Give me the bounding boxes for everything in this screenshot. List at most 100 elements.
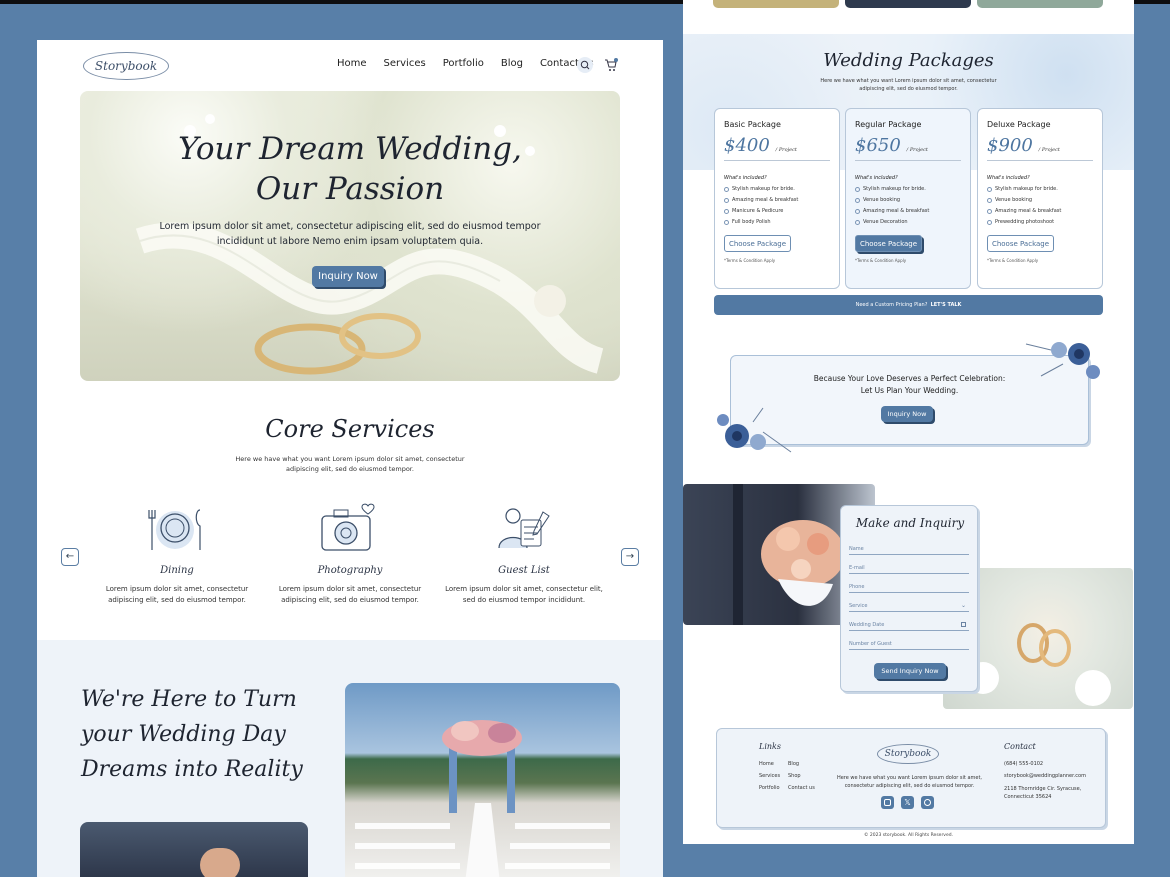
services-subtitle: Here we have what you want Lorem ipsum d… bbox=[235, 455, 465, 473]
nav-services[interactable]: Services bbox=[384, 58, 426, 69]
custom-pricing-bar[interactable]: Need a Custom Pricing Plan? LET'S TALK bbox=[714, 295, 1103, 315]
footer-logo[interactable]: Storybook bbox=[877, 744, 939, 764]
footer-link-portfolio[interactable]: Portfolio bbox=[759, 785, 780, 791]
packages-subtitle: Here we have what you want Lorem ipsum d… bbox=[820, 78, 997, 92]
choose-package-button[interactable]: Choose Package bbox=[987, 235, 1054, 252]
terms-note: *Terms & Condition Apply bbox=[987, 258, 1039, 263]
footer-link-blog[interactable]: Blog bbox=[788, 761, 799, 767]
service-select[interactable]: Service ⌄ bbox=[849, 602, 969, 612]
footer-link-services[interactable]: Services bbox=[759, 773, 780, 779]
feature-item: Venue Decoration bbox=[855, 219, 961, 225]
check-icon bbox=[987, 219, 992, 225]
package-card-regular: Regular Package $650 / Project What's in… bbox=[845, 108, 971, 289]
footer-link-contact[interactable]: Contact us bbox=[788, 785, 815, 791]
about-section: We're Here to Turn your Wedding Day Dreams… bbox=[37, 640, 663, 877]
package-price: $400 / Project bbox=[724, 135, 797, 156]
pinterest-icon[interactable] bbox=[921, 796, 934, 809]
hero-image: Your Dream Wedding, Our Passion Lorem ips… bbox=[80, 91, 620, 381]
dining-icon bbox=[144, 502, 206, 556]
check-icon bbox=[987, 208, 992, 214]
main-nav: Home Services Portfolio Blog Contact us bbox=[337, 58, 594, 69]
feature-item: Full body Polish bbox=[724, 219, 830, 225]
footer-link-home[interactable]: Home bbox=[759, 761, 774, 767]
site-logo[interactable]: Storybook bbox=[83, 52, 169, 80]
cta-text: Because Your Love Deserves a Perfect Cel… bbox=[813, 374, 1006, 395]
services-next-arrow[interactable]: → bbox=[621, 548, 639, 566]
check-icon bbox=[987, 186, 992, 192]
phone-field[interactable]: Phone bbox=[849, 584, 969, 593]
check-icon bbox=[855, 186, 860, 192]
package-price: $900 / Project bbox=[987, 135, 1060, 156]
terms-note: *Terms & Condition Apply bbox=[724, 258, 776, 263]
email-field[interactable]: E-mail bbox=[849, 565, 969, 574]
check-icon bbox=[724, 197, 729, 203]
check-icon bbox=[855, 208, 860, 214]
home-page-mockup: Storybook Home Services Portfolio Blog C… bbox=[37, 40, 663, 877]
footer-description: Here we have what you want Lorem ipsum d… bbox=[836, 775, 983, 789]
services-prev-arrow[interactable]: ← bbox=[61, 548, 79, 566]
nav-home[interactable]: Home bbox=[337, 58, 367, 69]
inquiry-form-card: Make and Inquiry Name E-mail Phone Servi… bbox=[840, 505, 978, 692]
footer: Links Home Blog Services Shop Portfolio … bbox=[716, 728, 1106, 828]
check-icon bbox=[855, 219, 860, 225]
feature-item: Stylish makeup for bride. bbox=[724, 186, 830, 192]
camera-icon bbox=[318, 500, 380, 554]
blue-flowers-bottom-left bbox=[717, 407, 792, 453]
instagram-icon[interactable] bbox=[881, 796, 894, 809]
feature-item: Stylish makeup for bride. bbox=[855, 186, 961, 192]
nav-portfolio[interactable]: Portfolio bbox=[443, 58, 484, 69]
check-icon bbox=[987, 197, 992, 203]
x-twitter-icon[interactable]: 𝕏 bbox=[901, 796, 914, 809]
feature-item: Amazing meal & breakfast bbox=[724, 197, 830, 203]
cart-icon[interactable] bbox=[603, 57, 619, 73]
feature-item: Amazing meal & breakfast bbox=[855, 208, 961, 214]
hero-description: Lorem ipsum dolor sit amet, consectetur … bbox=[159, 221, 541, 247]
service-title-dining: Dining bbox=[160, 565, 194, 576]
included-label: What's included? bbox=[855, 175, 898, 181]
included-label: What's included? bbox=[724, 175, 767, 181]
copyright: © 2023 storybook. All Rights Reserved. bbox=[863, 833, 954, 838]
package-name: Regular Package bbox=[855, 120, 922, 129]
footer-phone[interactable]: (684) 555-0102 bbox=[1004, 761, 1043, 767]
feature-item: Stylish makeup for bride. bbox=[987, 186, 1093, 192]
footer-link-shop[interactable]: Shop bbox=[788, 773, 801, 779]
footer-address: 2118 Thornridge Cir. Syracuse, Connecticu… bbox=[1004, 786, 1082, 800]
search-icon[interactable] bbox=[577, 57, 593, 73]
choose-package-button[interactable]: Choose Package bbox=[855, 235, 922, 252]
check-icon bbox=[724, 219, 729, 225]
gallery-strip bbox=[713, 0, 1103, 9]
name-field[interactable]: Name bbox=[849, 546, 969, 555]
choose-package-button[interactable]: Choose Package bbox=[724, 235, 791, 252]
package-price: $650 / Project bbox=[855, 135, 928, 156]
nav-blog[interactable]: Blog bbox=[501, 58, 523, 69]
hero-inquiry-button[interactable]: Inquiry Now bbox=[312, 266, 384, 287]
service-desc-photography: Lorem ipsum dolor sit amet, consectetur a… bbox=[278, 585, 422, 604]
package-name: Deluxe Package bbox=[987, 120, 1051, 129]
calendar-icon bbox=[961, 622, 966, 627]
hero-title: Your Dream Wedding, Our Passion bbox=[178, 131, 522, 207]
included-label: What's included? bbox=[987, 175, 1030, 181]
couple-photo bbox=[80, 822, 308, 877]
feature-item: Venue booking bbox=[855, 197, 961, 203]
guest-count-field[interactable]: Number of Guest bbox=[849, 641, 969, 650]
service-desc-guest-list: Lorem ipsum dolor sit amet, consectetur … bbox=[445, 585, 603, 604]
footer-links-title: Links bbox=[759, 742, 781, 751]
package-card-deluxe: Deluxe Package $900 / Project What's inc… bbox=[977, 108, 1103, 289]
cta-inquiry-button[interactable]: Inquiry Now bbox=[881, 406, 933, 422]
feature-item: Manicure & Pedicure bbox=[724, 208, 830, 214]
send-inquiry-button[interactable]: Send Inquiry Now bbox=[874, 663, 946, 679]
check-icon bbox=[855, 197, 860, 203]
ceremony-aisle-photo bbox=[345, 683, 620, 877]
package-card-basic: Basic Package $400 / Project What's incl… bbox=[714, 108, 840, 289]
service-title-guest-list: Guest List bbox=[498, 565, 550, 576]
pricing-page-mockup: Wedding Packages Here we have what you w… bbox=[683, 0, 1134, 844]
lets-talk-link[interactable]: LET'S TALK bbox=[931, 302, 962, 308]
chevron-down-icon: ⌄ bbox=[960, 602, 966, 609]
footer-email[interactable]: storybook@weddingplanner.com bbox=[1004, 773, 1086, 779]
check-icon bbox=[724, 186, 729, 192]
package-name: Basic Package bbox=[724, 120, 781, 129]
feature-item: Venue booking bbox=[987, 197, 1093, 203]
wedding-date-field[interactable]: Wedding Date bbox=[849, 622, 969, 631]
service-desc-dining: Lorem ipsum dolor sit amet, consectetur a… bbox=[105, 585, 249, 604]
feature-item: Prewedding photoshoot bbox=[987, 219, 1093, 225]
